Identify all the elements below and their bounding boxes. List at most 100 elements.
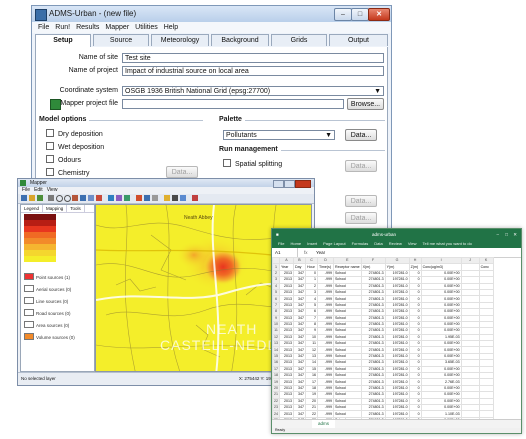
- excel-maximize-button[interactable]: □: [505, 229, 508, 240]
- adms-app-icon: [35, 9, 47, 21]
- browse-button[interactable]: Browse...: [347, 98, 384, 110]
- open-icon[interactable]: [21, 195, 27, 201]
- zoom-in-icon[interactable]: [56, 195, 63, 202]
- mapper-menu-view[interactable]: View: [47, 187, 58, 193]
- name-box[interactable]: A1: [275, 248, 298, 257]
- layer-point-sources[interactable]: Point sources (1): [24, 273, 70, 280]
- place-label-castell-nedd: CASTELL-NEDD: [160, 337, 279, 353]
- tab-background[interactable]: Background: [211, 34, 269, 46]
- ribbon-formulas[interactable]: Formulas: [352, 241, 369, 246]
- spatial-data-button[interactable]: Data...: [345, 160, 377, 172]
- spreadsheet-grid[interactable]: A B C D E F G H I J K 1 Year Day Hour Time(s) Receptor n…: [272, 257, 521, 420]
- project-name-label: Name of project: [68, 67, 118, 74]
- fx-icon: fx: [304, 250, 308, 255]
- help-icon[interactable]: [192, 195, 198, 201]
- measure-icon[interactable]: [96, 195, 102, 201]
- layer-properties-icon[interactable]: [144, 195, 150, 201]
- menu-help[interactable]: Help: [164, 22, 178, 33]
- pointer-icon[interactable]: [48, 195, 54, 201]
- sheet-tabs: adms: [272, 419, 521, 429]
- excel-status-text: Ready: [275, 428, 286, 432]
- palette-group: Palette: [219, 116, 385, 123]
- mapper-window-title: Mapper: [30, 180, 47, 186]
- globe-icon[interactable]: [108, 195, 114, 201]
- chemistry-checkbox[interactable]: Chemistry: [46, 168, 90, 177]
- folder-icon[interactable]: [29, 195, 35, 201]
- menu-run[interactable]: Run!: [55, 22, 70, 33]
- formula-input[interactable]: Year: [316, 248, 325, 257]
- full-extent-icon[interactable]: [80, 195, 86, 201]
- maximize-button[interactable]: □: [351, 8, 369, 21]
- layers-tab-tools[interactable]: Tools: [67, 205, 85, 212]
- wet-deposition-checkbox[interactable]: Wet deposition: [46, 142, 104, 151]
- excel-title-bar: ■ adms-urban – □ ✕: [272, 229, 521, 240]
- menu-results[interactable]: Results: [76, 22, 99, 33]
- layers-tab-mapping[interactable]: Mapping: [43, 205, 68, 212]
- tab-grids[interactable]: Grids: [271, 34, 327, 46]
- layer-label: Point sources (1): [36, 275, 71, 280]
- tab-source[interactable]: Source: [93, 34, 149, 46]
- add-layer-icon[interactable]: [136, 195, 142, 201]
- ribbon-tell-me[interactable]: Tell me what you want to do: [422, 241, 471, 246]
- palette-value: Pollutants: [226, 132, 257, 139]
- layer-line-sources[interactable]: Line sources (0): [24, 297, 68, 304]
- save-icon[interactable]: [37, 195, 43, 201]
- zoom-out-icon[interactable]: [64, 195, 71, 202]
- tab-meteorology[interactable]: Meteorology: [151, 34, 209, 46]
- coordinate-system-select[interactable]: OSGB 1936 British National Grid (epsg:27…: [122, 86, 384, 96]
- print-icon[interactable]: [172, 195, 178, 201]
- ribbon-file[interactable]: File: [278, 241, 284, 246]
- chemistry-data-button[interactable]: Data...: [166, 166, 198, 178]
- wet-deposition-label: Wet deposition: [58, 144, 105, 151]
- mapper-menu-file[interactable]: File: [22, 187, 30, 193]
- ribbon-page-layout[interactable]: Page Layout: [323, 241, 345, 246]
- mapper-app-icon: [20, 180, 26, 186]
- dry-deposition-checkbox[interactable]: Dry deposition: [46, 129, 103, 138]
- odours-label: Odours: [58, 157, 81, 164]
- concentration-legend: [24, 214, 56, 266]
- spatial-splitting-checkbox[interactable]: Spatial splitting: [223, 159, 282, 168]
- ribbon-data[interactable]: Data: [374, 241, 382, 246]
- layers-tab-legend[interactable]: Legend: [21, 205, 44, 212]
- export-icon[interactable]: [180, 195, 186, 201]
- extra-data-button-2[interactable]: Data...: [345, 212, 377, 224]
- layer-label: Area sources (0): [36, 323, 70, 328]
- odours-checkbox[interactable]: Odours: [46, 155, 81, 164]
- grid-icon[interactable]: [124, 195, 130, 201]
- palette-select[interactable]: Pollutants ▼: [223, 130, 335, 140]
- close-button[interactable]: ✕: [368, 8, 390, 21]
- refresh-icon[interactable]: [152, 195, 158, 201]
- ribbon-home[interactable]: Home: [290, 241, 301, 246]
- excel-ribbon-tabs: File Home Insert Page Layout Formulas Data Rev…: [272, 240, 521, 248]
- excel-minimize-button[interactable]: –: [496, 229, 499, 240]
- menu-file[interactable]: File: [38, 22, 49, 33]
- tab-setup[interactable]: Setup: [35, 34, 91, 47]
- project-name-field[interactable]: Impact of industrial source on local are…: [122, 66, 384, 76]
- mapper-menu-edit[interactable]: Edit: [34, 187, 43, 193]
- palette-data-button[interactable]: Data...: [345, 129, 377, 141]
- contour-icon[interactable]: [164, 195, 170, 201]
- ribbon-insert[interactable]: Insert: [307, 241, 317, 246]
- extra-data-button-1[interactable]: Data...: [345, 195, 377, 207]
- mapper-project-field[interactable]: [122, 99, 344, 109]
- mapper-toolbar: [18, 194, 314, 204]
- layer-label: Volume sources (0): [36, 335, 75, 340]
- identify-icon[interactable]: [88, 195, 94, 201]
- layer-volume-sources[interactable]: Volume sources (0): [24, 333, 75, 340]
- select-icon[interactable]: [116, 195, 122, 201]
- place-label-neath: NEATH: [206, 321, 258, 337]
- menu-mapper[interactable]: Mapper: [105, 22, 129, 33]
- ribbon-view[interactable]: View: [408, 241, 417, 246]
- menu-utilities[interactable]: Utilities: [135, 22, 158, 33]
- pan-icon[interactable]: [72, 195, 78, 201]
- site-name-field[interactable]: Test site: [122, 53, 384, 63]
- excel-close-button[interactable]: ✕: [513, 229, 517, 240]
- header-cell[interactable]: Receptor name: [333, 263, 362, 271]
- minimize-button[interactable]: –: [334, 8, 352, 21]
- layer-road-sources[interactable]: Road sources (0): [24, 309, 71, 316]
- ribbon-review[interactable]: Review: [389, 241, 402, 246]
- dry-deposition-label: Dry deposition: [58, 131, 103, 138]
- tab-output[interactable]: Output: [329, 34, 388, 46]
- layer-area-sources[interactable]: Area sources (0): [24, 321, 69, 328]
- layer-aerial-sources[interactable]: Aerial sources (0): [24, 285, 71, 292]
